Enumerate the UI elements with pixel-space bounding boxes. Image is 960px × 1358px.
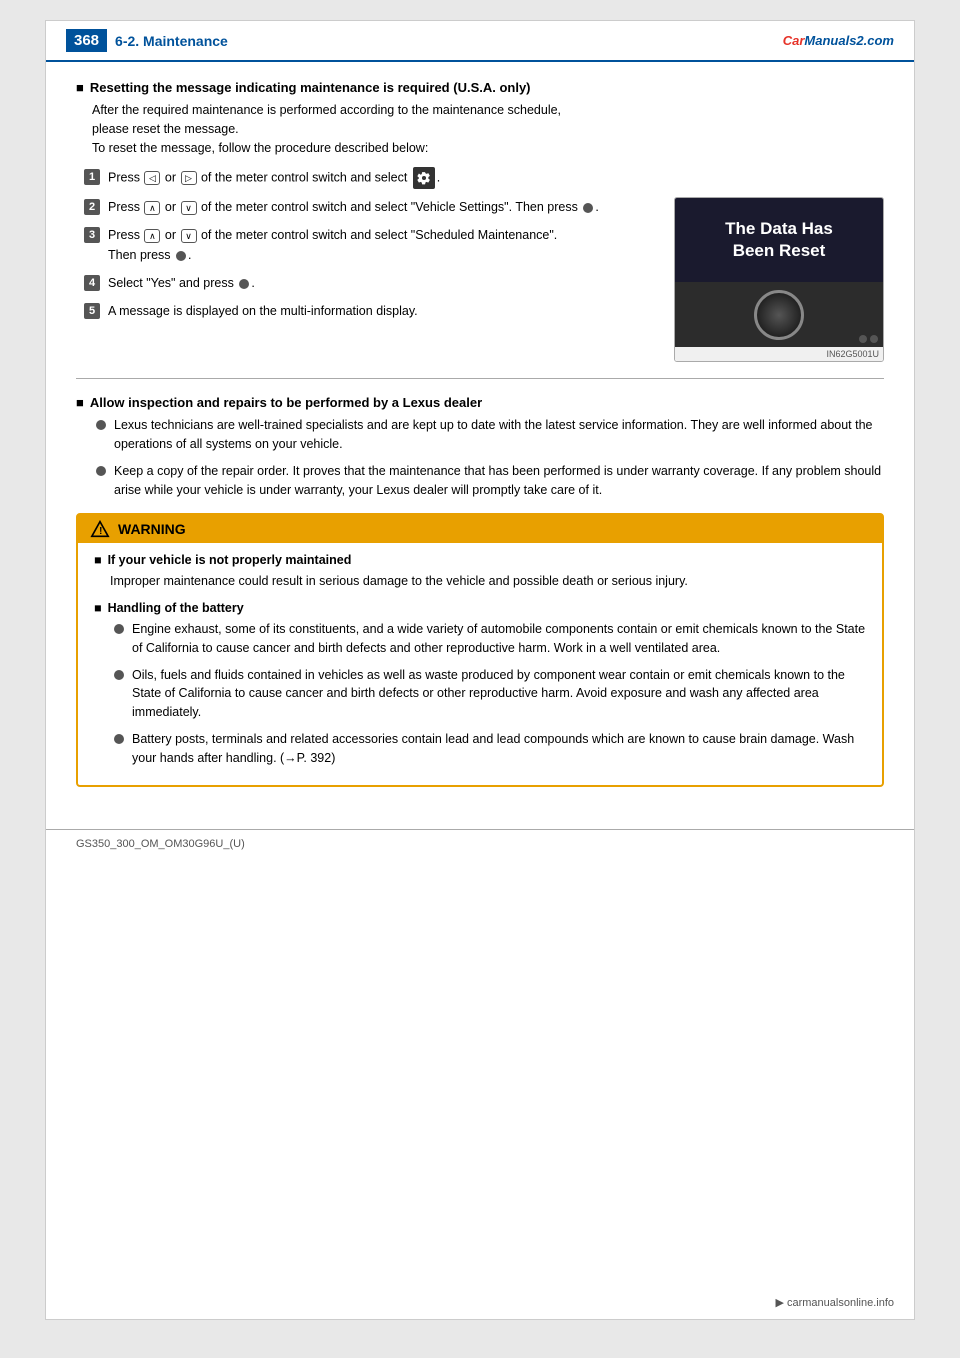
warning-bullet-1: Engine exhaust, some of its constituents… bbox=[114, 620, 866, 658]
dot-2-icon bbox=[176, 251, 186, 261]
display-screen: The Data Has Been Reset bbox=[675, 198, 883, 282]
warning-header: ! WARNING bbox=[78, 515, 882, 543]
right-arrow-icon: ▷ bbox=[181, 171, 197, 185]
step-3: 3 Press ∧ or ∨ of the meter control swit… bbox=[84, 225, 654, 265]
step-5: 5 A message is displayed on the multi-in… bbox=[84, 301, 654, 321]
warning-bullet-dot-3 bbox=[114, 734, 124, 744]
display-dashboard bbox=[675, 282, 883, 347]
allow-bullet-2: Keep a copy of the repair order. It prov… bbox=[96, 462, 884, 500]
warning-bullet-dot-1 bbox=[114, 624, 124, 634]
step-3-content: Press ∧ or ∨ of the meter control switch… bbox=[108, 225, 654, 265]
step-2-content: Press ∧ or ∨ of the meter control switch… bbox=[108, 197, 654, 217]
warning-subsection-2: Handling of the battery bbox=[94, 601, 866, 615]
warning-bullet-3-text: Battery posts, terminals and related acc… bbox=[132, 730, 866, 768]
warning-bullet-3: Battery posts, terminals and related acc… bbox=[114, 730, 866, 768]
up-arrow-icon: ∧ bbox=[144, 201, 160, 215]
down-arrow-2-icon: ∨ bbox=[181, 229, 197, 243]
carmanualsonline-logo: ▶ carmanualsonline.info bbox=[775, 1296, 894, 1309]
logo-manuals: Manuals2.com bbox=[804, 33, 894, 48]
allow-section: Allow inspection and repairs to be perfo… bbox=[76, 395, 884, 499]
warning-box: ! WARNING If your vehicle is not properl… bbox=[76, 513, 884, 787]
allow-section-title: Allow inspection and repairs to be perfo… bbox=[76, 395, 884, 410]
steps-and-image-container: 1 Press ◁ or ▷ of the meter control swit… bbox=[76, 167, 884, 362]
warning-triangle-icon: ! bbox=[90, 520, 110, 538]
page-header: 368 6-2. Maintenance CarManuals2.com bbox=[46, 21, 914, 62]
main-content: Resetting the message indicating mainten… bbox=[46, 62, 914, 819]
step-4-content: Select "Yes" and press . bbox=[108, 273, 654, 293]
display-text-line1: The Data Has bbox=[690, 218, 868, 240]
allow-bullet-1-text: Lexus technicians are well-trained speci… bbox=[114, 416, 884, 454]
step-3-num: 3 bbox=[84, 227, 100, 243]
left-arrow-icon: ◁ bbox=[144, 171, 160, 185]
warning-bullet-2-text: Oils, fuels and fluids contained in vehi… bbox=[132, 666, 866, 722]
step-1-content: Press ◁ or ▷ of the meter control switch… bbox=[108, 167, 654, 189]
footer-model: GS350_300_OM_OM30G96U_(U) bbox=[76, 838, 245, 850]
warning-label: WARNING bbox=[118, 521, 186, 537]
section-divider bbox=[76, 378, 884, 379]
image-caption: IN62G5001U bbox=[675, 347, 883, 361]
resetting-intro: After the required maintenance is perfor… bbox=[92, 101, 884, 157]
svg-text:!: ! bbox=[99, 526, 102, 537]
step-2: 2 Press ∧ or ∨ of the meter control swit… bbox=[84, 197, 654, 217]
warning-subsection-1-title: If your vehicle is not properly maintain… bbox=[108, 553, 352, 567]
gear-icon bbox=[413, 167, 435, 189]
warning-subsection-1: If your vehicle is not properly maintain… bbox=[94, 553, 866, 567]
down-arrow-icon: ∨ bbox=[181, 201, 197, 215]
up-arrow-2-icon: ∧ bbox=[144, 229, 160, 243]
step-5-num: 5 bbox=[84, 303, 100, 319]
carmanuals-logo: CarManuals2.com bbox=[783, 33, 894, 48]
step-4-num: 4 bbox=[84, 275, 100, 291]
allow-bullet-1: Lexus technicians are well-trained speci… bbox=[96, 416, 884, 454]
dashboard-circle bbox=[754, 290, 804, 340]
dot-icon bbox=[583, 203, 593, 213]
dot-3-icon bbox=[239, 279, 249, 289]
page-number: 368 bbox=[66, 29, 107, 52]
step-3-then-press: Then press bbox=[108, 248, 171, 262]
warning-bullet-dot-2 bbox=[114, 670, 124, 680]
step-1: 1 Press ◁ or ▷ of the meter control swit… bbox=[84, 167, 654, 189]
bullet-dot-2 bbox=[96, 466, 106, 476]
display-text-line2: Been Reset bbox=[690, 240, 868, 262]
page: 368 6-2. Maintenance CarManuals2.com Res… bbox=[45, 20, 915, 1320]
section-title: 6-2. Maintenance bbox=[115, 33, 228, 49]
step-2-num: 2 bbox=[84, 199, 100, 215]
bullet-dot-1 bbox=[96, 420, 106, 430]
warning-content: If your vehicle is not properly maintain… bbox=[78, 543, 882, 785]
warning-bullet-2: Oils, fuels and fluids contained in vehi… bbox=[114, 666, 866, 722]
step-4: 4 Select "Yes" and press . bbox=[84, 273, 654, 293]
warning-subsection-2-title: Handling of the battery bbox=[108, 601, 244, 615]
step-5-content: A message is displayed on the multi-info… bbox=[108, 301, 654, 321]
display-image-box: The Data Has Been Reset IN62G5001U bbox=[674, 197, 884, 362]
warning-bullet-1-text: Engine exhaust, some of its constituents… bbox=[132, 620, 866, 658]
logo-car: Car bbox=[783, 33, 805, 48]
warning-subsection-1-text: Improper maintenance could result in ser… bbox=[110, 572, 866, 591]
resetting-section-title: Resetting the message indicating mainten… bbox=[76, 80, 884, 95]
steps-column: 1 Press ◁ or ▷ of the meter control swit… bbox=[76, 167, 654, 329]
allow-bullet-2-text: Keep a copy of the repair order. It prov… bbox=[114, 462, 884, 500]
page-footer: GS350_300_OM_OM30G96U_(U) bbox=[46, 829, 914, 858]
step-1-num: 1 bbox=[84, 169, 100, 185]
